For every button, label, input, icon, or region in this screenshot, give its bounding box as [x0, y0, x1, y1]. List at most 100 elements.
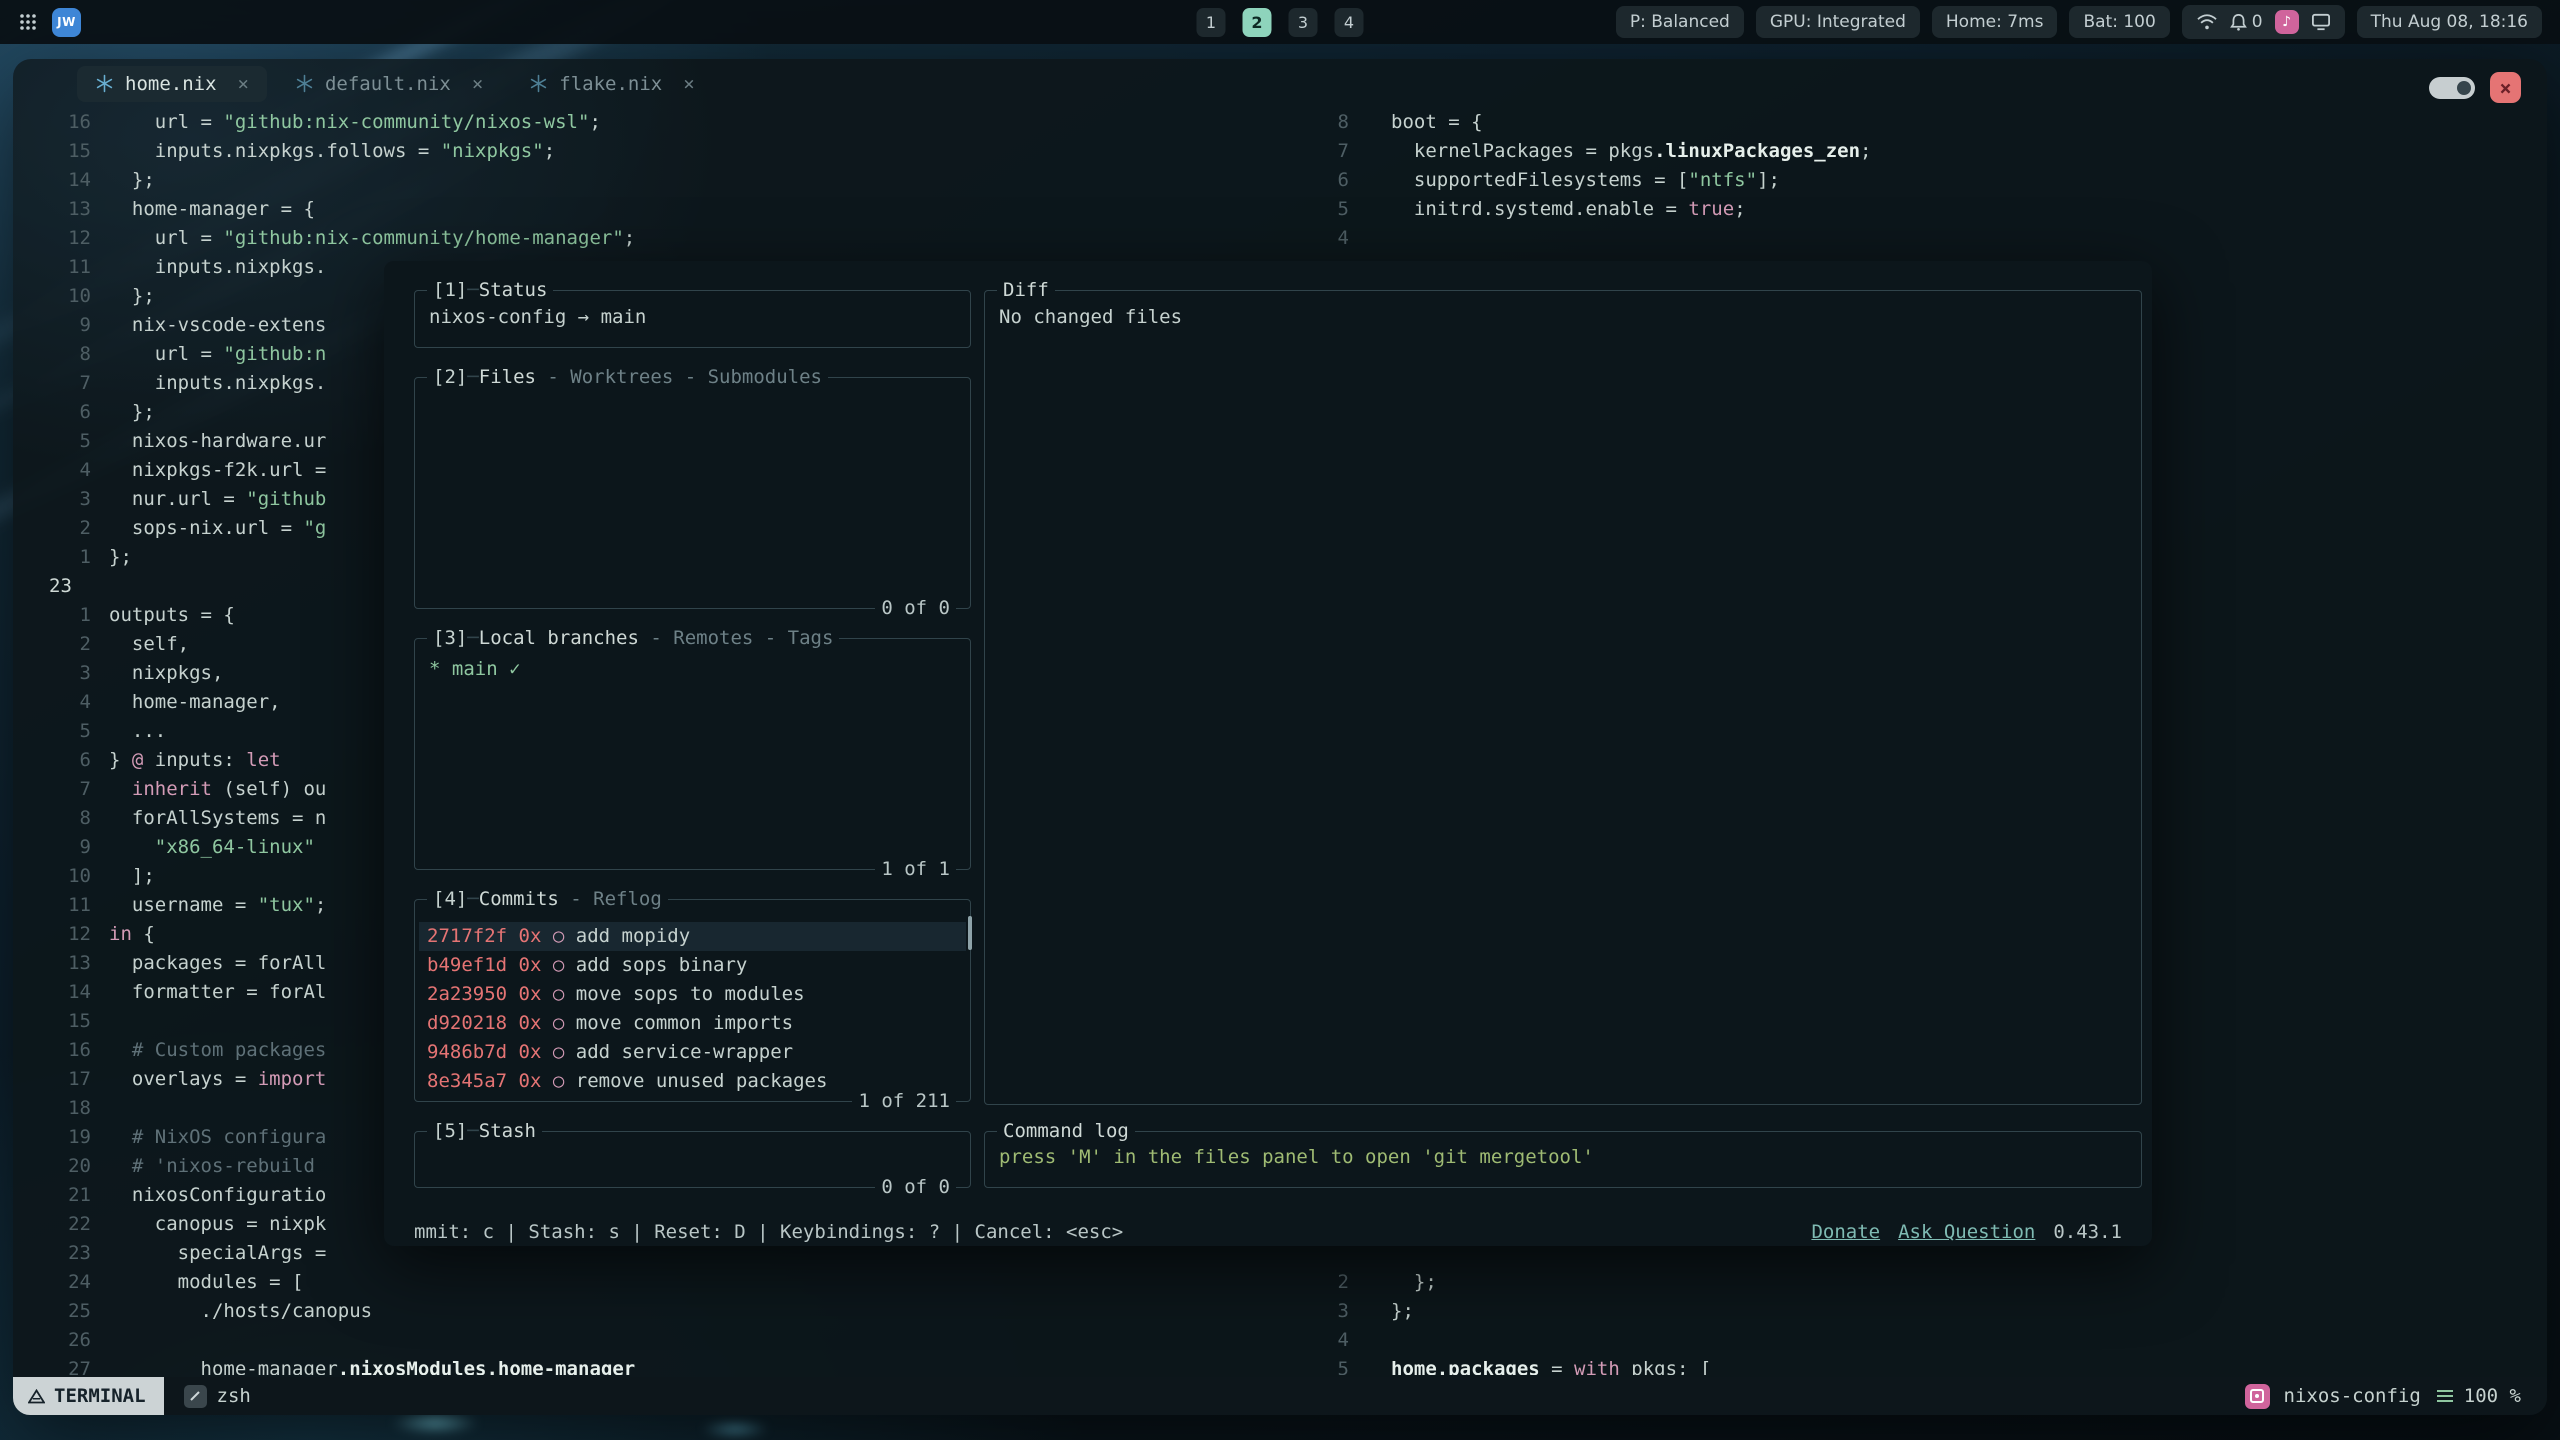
top-status-bar: JW 1234 P: BalancedGPU: IntegratedHome: …: [0, 0, 2560, 44]
zellij-logo-icon: [28, 1389, 45, 1404]
line-number: 9: [13, 833, 109, 862]
code-text: nixpkgs-f2k.url =: [109, 456, 326, 485]
code-line[interactable]: 15 inputs.nixpkgs.follows = "nixpkgs";: [13, 137, 1280, 166]
wifi-icon[interactable]: [2196, 13, 2218, 31]
workspace-4[interactable]: 4: [1335, 8, 1364, 37]
code-line[interactable]: 5 initrd.systemd.enable = true;: [1280, 195, 2547, 224]
commits-scrollbar[interactable]: [968, 916, 972, 950]
code-text: sops-nix.url = "g: [109, 514, 326, 543]
code-text: canopus = nixpk: [109, 1210, 326, 1239]
tab-close-icon[interactable]: ×: [683, 73, 694, 95]
code-text: nur.url = "github: [109, 485, 326, 514]
code-line[interactable]: 2 };: [1280, 1268, 2547, 1297]
lazygit-panel-command-log[interactable]: Command log press 'M' in the files panel…: [984, 1131, 2142, 1188]
line-number: 7: [13, 369, 109, 398]
code-text: inputs.nixpkgs.: [109, 369, 326, 398]
code-line[interactable]: 4: [1280, 224, 2547, 253]
code-line[interactable]: 3};: [1280, 1297, 2547, 1326]
workspace-badge[interactable]: JW: [52, 8, 81, 37]
stash-count: 0 of 0: [875, 1173, 956, 1202]
code-line[interactable]: 27 home-manager.nixosModules.home-manage…: [13, 1355, 1280, 1375]
line-number: 21: [13, 1181, 109, 1210]
lazygit-panel-stash[interactable]: [5]─Stash 0 of 0: [414, 1131, 971, 1188]
code-text: home.packages = with pkgs; [: [1391, 1355, 1711, 1375]
code-line[interactable]: 24 modules = [: [13, 1268, 1280, 1297]
code-line[interactable]: 13 home-manager = {: [13, 195, 1280, 224]
tab-label: default.nix: [325, 73, 451, 95]
workspace-2[interactable]: 2: [1243, 8, 1272, 37]
tab-default.nix[interactable]: default.nix ×: [277, 66, 501, 102]
code-text: modules = [: [109, 1268, 303, 1297]
repo-name: nixos-config: [2284, 1385, 2421, 1407]
lazygit-panel-branches[interactable]: [3]─Local branches - Remotes - Tags * ma…: [414, 638, 971, 870]
line-number: 16: [13, 108, 109, 137]
shell-tab[interactable]: zsh: [184, 1385, 251, 1408]
lazygit-panel-diff[interactable]: Diff No changed files: [984, 290, 2142, 1105]
code-text: url = "github:nix-community/home-manager…: [109, 224, 635, 253]
music-player-icon[interactable]: ♪: [2275, 10, 2299, 34]
workspace-1[interactable]: 1: [1197, 8, 1226, 37]
code-line[interactable]: 25 ./hosts/canopus: [13, 1297, 1280, 1326]
branch-row[interactable]: * main ✓: [429, 658, 521, 680]
donate-link[interactable]: Donate: [1811, 1218, 1880, 1247]
bell-icon[interactable]: 0: [2230, 12, 2263, 32]
lazygit-panel-files[interactable]: [2]─Files - Worktrees - Submodules 0 of …: [414, 377, 971, 609]
line-number: 25: [13, 1297, 109, 1326]
commit-row[interactable]: 2717f2f 0x ○ add mopidy: [419, 922, 966, 951]
line-number: 10: [13, 862, 109, 891]
code-text: forAllSystems = n: [109, 804, 326, 833]
display-icon[interactable]: [2311, 13, 2331, 31]
tab-home.nix[interactable]: home.nix ×: [77, 66, 267, 102]
line-number: 18: [13, 1094, 109, 1123]
code-text: formatter = forAl: [109, 978, 326, 1007]
wallpaper-glow: [700, 1420, 770, 1438]
commit-row[interactable]: 9486b7d 0x ○ add service-wrapper: [419, 1038, 966, 1067]
code-line[interactable]: 16 url = "github:nix-community/nixos-wsl…: [13, 108, 1280, 137]
code-text: };: [1391, 1268, 1437, 1297]
line-number: 24: [13, 1268, 109, 1297]
code-text: packages = forAll: [109, 949, 326, 978]
line-number: 7: [13, 775, 109, 804]
commit-row[interactable]: d920218 0x ○ move common imports: [419, 1009, 966, 1038]
tab-close-icon[interactable]: ×: [472, 73, 483, 95]
code-text: home-manager.nixosModules.home-manager: [109, 1355, 635, 1375]
shell-icon: [184, 1385, 207, 1408]
window-close-button[interactable]: ×: [2490, 72, 2521, 103]
code-line[interactable]: 4: [1280, 1326, 2547, 1355]
code-text: };: [109, 282, 155, 311]
tab-flake.nix[interactable]: flake.nix×: [511, 66, 712, 102]
code-text: url = "github:n: [109, 340, 326, 369]
line-number: 6: [13, 398, 109, 427]
window-toggle[interactable]: [2429, 77, 2475, 99]
code-line[interactable]: 26: [13, 1326, 1280, 1355]
code-text: initrd.systemd.enable = true;: [1391, 195, 1746, 224]
mode-indicator[interactable]: TERMINAL: [13, 1377, 164, 1415]
lazygit-panel-status[interactable]: [1]─Status nixos-config → main: [414, 290, 971, 348]
code-line[interactable]: 6 supportedFilesystems = ["ntfs"];: [1280, 166, 2547, 195]
commit-row[interactable]: 2a23950 0x ○ move sops to modules: [419, 980, 966, 1009]
code-text: ./hosts/canopus: [109, 1297, 372, 1326]
terminal-window: home.nix×default.nix×flake.nix× × 16 url…: [13, 59, 2547, 1415]
commit-row[interactable]: b49ef1d 0x ○ add sops binary: [419, 951, 966, 980]
workspace-3[interactable]: 3: [1289, 8, 1318, 37]
code-line[interactable]: 14 };: [13, 166, 1280, 195]
line-number: 3: [1280, 1297, 1391, 1326]
code-text: };: [109, 166, 155, 195]
line-number: 17: [13, 1065, 109, 1094]
code-text: "x86_64-linux": [109, 833, 315, 862]
code-line[interactable]: 12 url = "github:nix-community/home-mana…: [13, 224, 1280, 253]
ask-question-link[interactable]: Ask Question: [1898, 1218, 2035, 1247]
tray-icons[interactable]: 0 ♪: [2182, 5, 2345, 39]
tab-close-icon[interactable]: ×: [238, 73, 249, 95]
apps-grid-icon[interactable]: [18, 12, 38, 32]
code-text: ...: [109, 717, 166, 746]
line-number: 11: [13, 253, 109, 282]
line-number: 6: [13, 746, 109, 775]
code-line[interactable]: 8boot = {: [1280, 108, 2547, 137]
line-number: 19: [13, 1123, 109, 1152]
line-number: 22: [13, 1210, 109, 1239]
tab-label: home.nix: [125, 73, 217, 95]
code-line[interactable]: 5home.packages = with pkgs; [: [1280, 1355, 2547, 1375]
code-line[interactable]: 7 kernelPackages = pkgs.linuxPackages_ze…: [1280, 137, 2547, 166]
lazygit-panel-commits[interactable]: [4]─Commits - Reflog 2717f2f 0x ○ add mo…: [414, 899, 971, 1102]
